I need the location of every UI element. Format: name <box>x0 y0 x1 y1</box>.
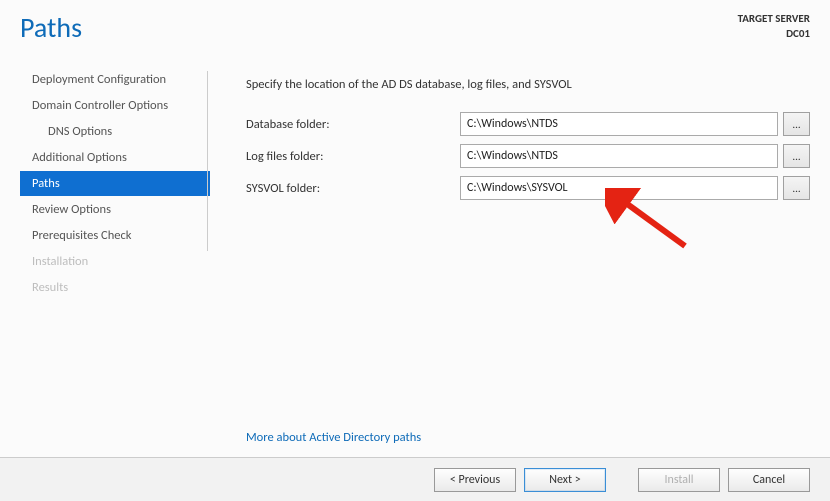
content-pane: Specify the location of the AD DS databa… <box>210 57 830 440</box>
sidebar-item-domain-controller-options[interactable]: Domain Controller Options <box>20 93 210 118</box>
install-button[interactable]: Install <box>638 468 720 492</box>
sysvol-folder-input[interactable] <box>460 176 778 200</box>
form-row-logfiles-folder: Log files folder:... <box>246 144 810 168</box>
cancel-button[interactable]: Cancel <box>728 468 810 492</box>
sidebar-item-additional-options[interactable]: Additional Options <box>20 145 210 170</box>
page-title: Paths <box>20 10 82 45</box>
next-button[interactable]: Next > <box>524 468 606 492</box>
sidebar-item-results: Results <box>20 275 210 300</box>
database-folder-label: Database folder: <box>246 117 460 132</box>
sidebar-divider <box>207 71 208 251</box>
sidebar-item-paths[interactable]: Paths <box>20 171 210 196</box>
logfiles-folder-browse-button[interactable]: ... <box>783 144 810 168</box>
button-bar: < Previous Next > Install Cancel <box>0 457 830 501</box>
target-server-label: TARGET SERVER <box>738 12 810 27</box>
sidebar-item-review-options[interactable]: Review Options <box>20 197 210 222</box>
form-row-database-folder: Database folder:... <box>246 112 810 136</box>
target-server-name: DC01 <box>738 27 810 42</box>
more-about-link[interactable]: More about Active Directory paths <box>246 430 421 445</box>
previous-button[interactable]: < Previous <box>434 468 516 492</box>
sidebar-item-prerequisites-check[interactable]: Prerequisites Check <box>20 223 210 248</box>
sysvol-folder-label: SYSVOL folder: <box>246 181 460 196</box>
description-text: Specify the location of the AD DS databa… <box>246 77 810 92</box>
database-folder-input[interactable] <box>460 112 778 136</box>
logfiles-folder-label: Log files folder: <box>246 149 460 164</box>
sidebar: Deployment ConfigurationDomain Controlle… <box>0 57 210 440</box>
sidebar-item-installation: Installation <box>20 249 210 274</box>
logfiles-folder-input[interactable] <box>460 144 778 168</box>
sidebar-item-deployment-configuration[interactable]: Deployment Configuration <box>20 67 210 92</box>
sidebar-item-dns-options[interactable]: DNS Options <box>20 119 210 144</box>
database-folder-browse-button[interactable]: ... <box>783 112 810 136</box>
sysvol-folder-browse-button[interactable]: ... <box>783 176 810 200</box>
form-row-sysvol-folder: SYSVOL folder:... <box>246 176 810 200</box>
target-server-info: TARGET SERVER DC01 <box>738 10 810 42</box>
